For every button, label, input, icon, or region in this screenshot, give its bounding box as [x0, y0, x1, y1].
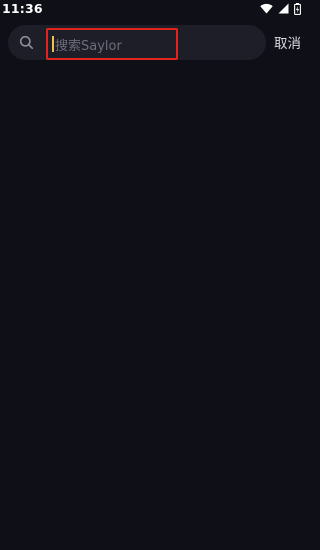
text-cursor — [52, 36, 54, 52]
status-icons — [260, 2, 301, 15]
cancel-button[interactable]: 取消 — [274, 32, 304, 52]
status-time: 11:36 — [2, 1, 43, 16]
search-bar: 搜索Saylor 取消 — [0, 24, 311, 61]
status-bar: 11:36 — [0, 0, 311, 17]
search-box[interactable]: 搜索Saylor — [8, 25, 266, 60]
search-placeholder: 搜索Saylor — [55, 38, 122, 54]
cellular-signal-icon — [278, 3, 289, 14]
wifi-icon — [260, 3, 273, 14]
battery-icon — [294, 2, 301, 15]
search-icon — [19, 35, 34, 50]
search-input[interactable]: 搜索Saylor — [46, 28, 178, 60]
